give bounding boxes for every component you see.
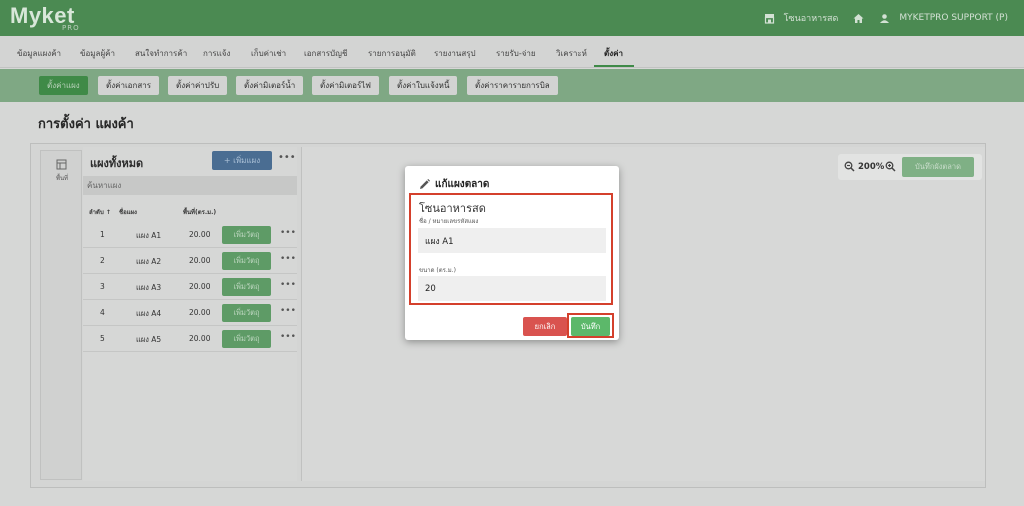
- market-layout-canvas[interactable]: [301, 147, 985, 481]
- row-no: 2: [100, 256, 105, 265]
- column-header-no[interactable]: ลำดับ ↑: [89, 207, 111, 217]
- subtab-fine-settings[interactable]: ตั้งค่าค่าปรับ: [168, 76, 228, 95]
- subtab-document-settings[interactable]: ตั้งค่าเอกสาร: [98, 76, 159, 95]
- row-more-icon[interactable]: •••: [280, 228, 296, 238]
- modal-zone-name: โซนอาหารสด: [419, 202, 486, 215]
- zoom-in-icon[interactable]: [885, 161, 896, 172]
- grid-icon: [56, 159, 67, 170]
- edit-stall-modal: แก้แผงตลาด โซนอาหารสด ชื่อ / หมายเลขรหัส…: [405, 166, 619, 340]
- row-area: 20.00: [189, 230, 211, 239]
- row-more-icon[interactable]: •••: [280, 306, 296, 316]
- user-menu[interactable]: MYKETPRO SUPPORT (P): [899, 13, 1008, 23]
- zone-selector[interactable]: โซนอาหารสด: [784, 11, 839, 25]
- row-more-icon[interactable]: •••: [280, 254, 296, 264]
- stall-name-label: ชื่อ / หมายเลขรหัสแผง: [419, 218, 479, 225]
- zoom-level: 200%: [858, 162, 885, 172]
- settings-subnav: ตั้งค่าแผง ตั้งค่าเอกสาร ตั้งค่าค่าปรับ …: [0, 69, 1024, 102]
- nav-active-indicator: [594, 65, 634, 67]
- add-object-button[interactable]: เพิ่มวัตถุ: [222, 304, 271, 322]
- nav-item-rent[interactable]: เก็บค่าเช่า: [251, 47, 286, 60]
- row-area: 20.00: [189, 334, 211, 343]
- table-row: 4 แผง A4 20.00 เพิ่มวัตถุ •••: [83, 300, 297, 326]
- modal-header: แก้แผงตลาด: [419, 177, 489, 192]
- nav-item-reports[interactable]: รายงานสรุป: [434, 47, 476, 60]
- more-options-icon[interactable]: •••: [278, 152, 296, 163]
- nav-item-accounting[interactable]: เอกสารบัญชี: [304, 47, 347, 60]
- nav-item-analytics[interactable]: วิเคราะห์: [556, 47, 587, 60]
- row-area: 20.00: [189, 282, 211, 291]
- main-nav: ข้อมูลแผงค้า ข้อมูลผู้ค้า สนใจทำการค้า ก…: [0, 36, 1024, 68]
- add-object-button[interactable]: เพิ่มวัตถุ: [222, 226, 271, 244]
- stall-size-input[interactable]: [418, 276, 606, 301]
- cancel-button[interactable]: ยกเลิก: [523, 317, 567, 336]
- row-no: 5: [100, 334, 105, 343]
- column-header-area: พื้นที่(ตร.ม.): [183, 209, 217, 216]
- column-header-name: ชื่อแผง: [119, 209, 137, 216]
- app-logo-sub: PRO: [62, 24, 80, 32]
- add-object-button[interactable]: เพิ่มวัตถุ: [222, 278, 271, 296]
- add-stall-button[interactable]: + เพิ่มแผง: [212, 151, 272, 170]
- add-object-button[interactable]: เพิ่มวัตถุ: [222, 330, 271, 348]
- row-area: 20.00: [189, 256, 211, 265]
- row-no: 1: [100, 230, 105, 239]
- save-button[interactable]: บันทึก: [571, 317, 610, 336]
- table-row: 1 แผง A1 20.00 เพิ่มวัตถุ •••: [83, 222, 297, 248]
- stall-list-panel: แผงทั้งหมด + เพิ่มแผง ••• ค้นหาแผง ลำดับ…: [83, 147, 297, 481]
- row-no: 4: [100, 308, 105, 317]
- nav-item-vendors[interactable]: ข้อมูลผู้ค้า: [80, 47, 115, 60]
- nav-item-income-expense[interactable]: รายรับ-จ่าย: [496, 47, 536, 60]
- add-object-button[interactable]: เพิ่มวัตถุ: [222, 252, 271, 270]
- nav-item-interested[interactable]: สนใจทำการค้า: [135, 47, 187, 60]
- store-icon: [764, 13, 775, 24]
- row-name: แผง A5: [136, 335, 162, 344]
- stall-name-input[interactable]: [418, 228, 606, 253]
- page-title: การตั้งค่า แผงค้า: [38, 117, 134, 132]
- top-bar: Myket PRO โซนอาหารสด MYKETPRO SUPPORT (P…: [0, 0, 1024, 36]
- subtab-electric-meter-settings[interactable]: ตั้งค่ามิเตอร์ไฟ: [312, 76, 379, 95]
- table-row: 5 แผง A5 20.00 เพิ่มวัตถุ •••: [83, 326, 297, 352]
- row-name: แผง A4: [136, 309, 162, 318]
- row-more-icon[interactable]: •••: [280, 332, 296, 342]
- table-row: 2 แผง A2 20.00 เพิ่มวัตถุ •••: [83, 248, 297, 274]
- row-name: แผง A1: [136, 231, 162, 240]
- row-no: 3: [100, 282, 105, 291]
- row-name: แผง A2: [136, 257, 162, 266]
- home-icon[interactable]: [853, 13, 864, 24]
- nav-item-stalls[interactable]: ข้อมูลแผงค้า: [17, 47, 61, 60]
- side-tab-area[interactable]: พื้นที่: [40, 150, 82, 480]
- user-icon: [879, 13, 890, 24]
- zoom-controls: 200% บันทึกผังตลาด: [838, 154, 982, 180]
- row-area: 20.00: [189, 308, 211, 317]
- pencil-icon: [419, 179, 430, 190]
- subtab-stall-settings[interactable]: ตั้งค่าแผง: [39, 76, 88, 95]
- top-right-area: โซนอาหารสด MYKETPRO SUPPORT (P): [764, 11, 1008, 25]
- save-layout-button[interactable]: บันทึกผังตลาด: [902, 157, 974, 177]
- nav-item-settings[interactable]: ตั้งค่า: [604, 47, 623, 60]
- row-more-icon[interactable]: •••: [280, 280, 296, 290]
- side-tab-label: พื้นที่: [55, 175, 68, 182]
- nav-item-approvals[interactable]: รายการอนุมัติ: [368, 47, 416, 60]
- table-row: 3 แผง A3 20.00 เพิ่มวัตถุ •••: [83, 274, 297, 300]
- stall-search-input[interactable]: ค้นหาแผง: [83, 176, 297, 195]
- stall-list-title: แผงทั้งหมด: [90, 157, 144, 170]
- subtab-invoice-settings[interactable]: ตั้งค่าใบแจ้งหนี้: [389, 76, 458, 95]
- row-name: แผง A3: [136, 283, 162, 292]
- zoom-out-icon[interactable]: [844, 161, 855, 172]
- modal-title: แก้แผงตลาด: [435, 179, 490, 190]
- subtab-bill-price-settings[interactable]: ตั้งค่าราคารายการบิล: [467, 76, 558, 95]
- subtab-water-meter-settings[interactable]: ตั้งค่ามิเตอร์น้ำ: [236, 76, 304, 95]
- nav-item-notifications[interactable]: การแจ้ง: [203, 47, 230, 60]
- stall-size-label: ขนาด (ตร.ม.): [419, 267, 456, 274]
